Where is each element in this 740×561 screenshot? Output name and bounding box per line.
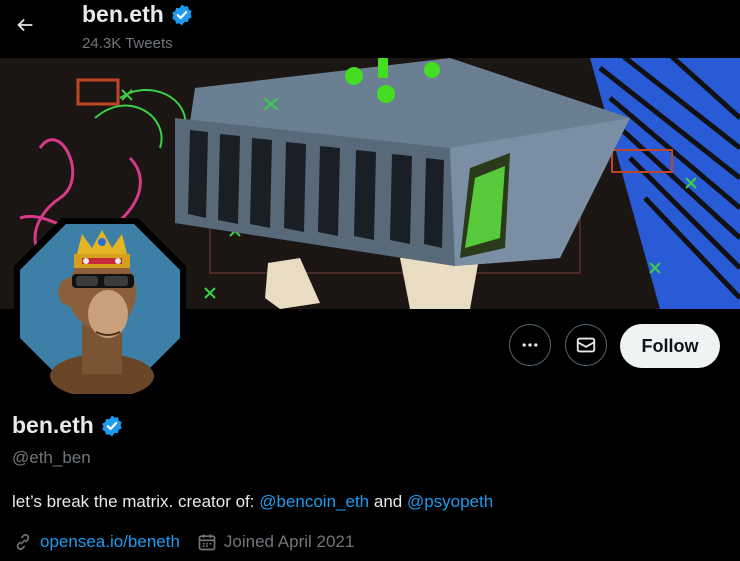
verified-badge-icon	[172, 4, 192, 25]
bio-text: let’s break the matrix. creator of:	[12, 492, 260, 511]
bio-mention-psyopeth[interactable]: @psyopeth	[407, 492, 493, 511]
profile-name-row: ben.eth	[12, 412, 124, 439]
verified-badge-icon	[102, 415, 122, 436]
profile-handle: @eth_ben	[12, 448, 91, 467]
profile-meta: opensea.io/beneth Joined April 2021	[12, 531, 354, 553]
arrow-left-icon	[17, 18, 33, 32]
bio-mention-bencoin[interactable]: @bencoin_eth	[259, 492, 369, 511]
follow-button[interactable]: Follow	[620, 324, 720, 368]
more-horizontal-icon	[522, 343, 538, 347]
website-link[interactable]: opensea.io/beneth	[40, 532, 180, 552]
header-display-name: ben.eth	[82, 1, 164, 27]
bio-connector: and	[369, 492, 407, 511]
profile-display-name: ben.eth	[12, 412, 94, 438]
top-bar: ben.eth 24.3K Tweets	[0, 0, 740, 58]
tweet-count: 24.3K Tweets	[82, 35, 173, 52]
more-options-button[interactable]	[509, 324, 551, 366]
back-button[interactable]	[8, 8, 42, 42]
avatar-image	[14, 218, 186, 398]
header-display-name-row: ben.eth	[82, 1, 194, 28]
link-icon	[12, 531, 34, 553]
profile-bio: let’s break the matrix. creator of: @ben…	[12, 492, 493, 512]
joined-date: Joined April 2021	[223, 532, 355, 551]
profile-avatar[interactable]	[10, 214, 190, 398]
envelope-icon	[576, 337, 596, 353]
calendar-icon	[196, 531, 218, 553]
message-button[interactable]	[565, 324, 607, 366]
